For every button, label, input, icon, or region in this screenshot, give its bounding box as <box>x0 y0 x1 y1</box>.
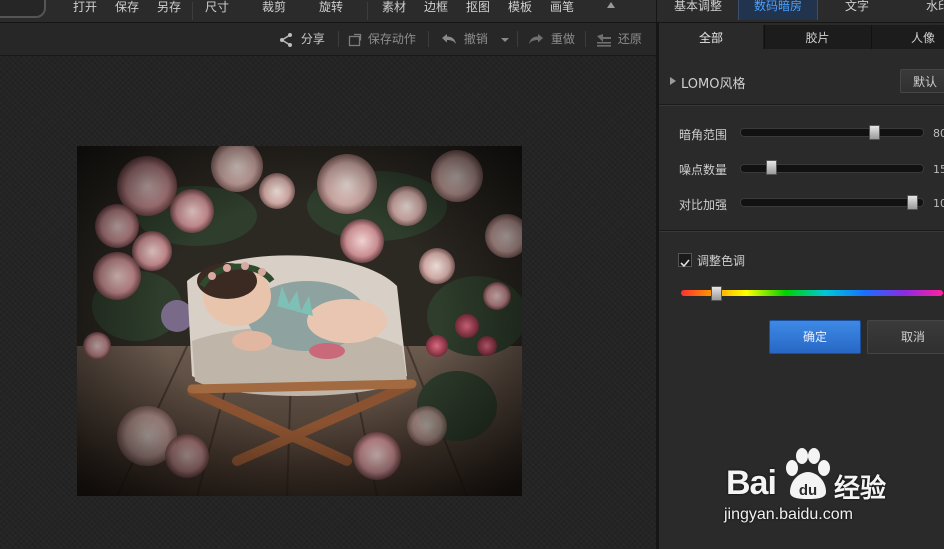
menu-cutout[interactable]: 抠图 <box>466 0 490 22</box>
expand-arrow-icon[interactable] <box>670 77 676 85</box>
effect-name: LOMO风格 <box>681 77 746 92</box>
adjust-tone-checkbox[interactable] <box>678 253 692 268</box>
save-action-button[interactable]: 保存动作 <box>348 23 416 55</box>
divider <box>585 31 586 47</box>
default-button[interactable]: 默认 <box>900 69 944 93</box>
adjust-tone-label: 调整色调 <box>697 254 746 268</box>
photo-image <box>77 146 522 496</box>
menu-save[interactable]: 保存 <box>115 0 139 22</box>
redo-button[interactable]: 重做 <box>527 23 575 55</box>
save-action-label: 保存动作 <box>367 32 416 46</box>
menu-rotate[interactable]: 旋转 <box>319 0 343 22</box>
restore-button[interactable]: 还原 <box>596 23 642 55</box>
cancel-button[interactable]: 取消 <box>867 320 944 354</box>
top-toolbar: 打开 保存 另存 尺寸 裁剪 旋转 素材 边框 抠图 模板 画笔 基本调整 数码… <box>0 0 944 23</box>
undo-dropdown[interactable] <box>500 23 510 55</box>
restore-icon <box>597 33 611 47</box>
slider-thumb-noise[interactable] <box>765 160 777 175</box>
tab-watermark[interactable]: 水印 <box>898 0 944 20</box>
tab-text[interactable]: 文字 <box>818 0 896 20</box>
app-menu-button[interactable] <box>0 0 46 18</box>
restore-label: 还原 <box>617 32 642 46</box>
dropdown-icon <box>501 37 509 42</box>
share-icon <box>280 32 292 47</box>
slider-value-noise: 15 <box>933 163 944 176</box>
slider-value-vignette: 80 <box>933 127 944 140</box>
menu-border[interactable]: 边框 <box>424 0 448 22</box>
divider <box>659 105 944 106</box>
checkbox-check-icon <box>680 259 690 268</box>
slider-track-contrast[interactable] <box>740 198 924 207</box>
slider-label-noise: 噪点数量 <box>679 163 728 177</box>
slider-track-vignette[interactable] <box>740 128 924 137</box>
undo-icon <box>442 33 456 44</box>
photo-preview[interactable] <box>77 146 522 496</box>
divider <box>659 231 944 232</box>
divider <box>192 2 193 20</box>
baidu-watermark: Bai du 经验 jingyan.baidu.com <box>722 446 944 536</box>
share-label: 分享 <box>300 32 325 46</box>
menu-crop[interactable]: 裁剪 <box>262 0 286 22</box>
divider <box>338 31 339 47</box>
divider <box>428 31 429 47</box>
undo-label: 撤销 <box>463 32 488 46</box>
watermark-url: jingyan.baidu.com <box>724 506 853 523</box>
slider-label-contrast: 对比加强 <box>679 198 728 212</box>
action-toolbar: 分享 保存动作 撤销 重做 还原 <box>0 23 656 56</box>
divider <box>656 0 657 22</box>
slider-value-contrast: 10 <box>933 197 944 210</box>
confirm-button[interactable]: 确定 <box>769 320 861 354</box>
menu-save-as[interactable]: 另存 <box>157 0 181 22</box>
menu-size[interactable]: 尺寸 <box>205 0 229 22</box>
menu-brush[interactable]: 画笔 <box>550 0 574 22</box>
svg-text:du: du <box>799 482 817 499</box>
divider <box>517 31 518 47</box>
subtab-all[interactable]: 全部 <box>659 25 763 49</box>
subtab-portrait[interactable]: 人像 <box>872 25 944 49</box>
redo-label: 重做 <box>550 32 575 46</box>
share-button[interactable]: 分享 <box>278 23 325 55</box>
menu-template[interactable]: 模板 <box>508 0 532 22</box>
undo-button[interactable]: 撤销 <box>440 23 488 55</box>
tab-basic-adjust[interactable]: 基本调整 <box>660 0 736 20</box>
subtab-film[interactable]: 胶片 <box>765 25 870 49</box>
paw-icon: du <box>786 448 830 499</box>
tab-digital-darkroom[interactable]: 数码暗房 <box>738 0 818 20</box>
watermark-logo-left: Bai <box>726 464 777 502</box>
slider-label-vignette: 暗角范围 <box>679 128 728 142</box>
menu-material[interactable]: 素材 <box>382 0 406 22</box>
slider-thumb-contrast[interactable] <box>906 195 918 210</box>
watermark-logo-right: 经验 <box>834 474 887 504</box>
hue-slider-thumb[interactable] <box>711 286 723 301</box>
redo-icon <box>529 33 543 44</box>
slider-thumb-vignette[interactable] <box>869 125 880 140</box>
save-action-icon <box>348 33 362 46</box>
menu-open[interactable]: 打开 <box>73 0 97 22</box>
divider <box>367 2 368 20</box>
expand-triangle-icon[interactable] <box>607 2 615 8</box>
